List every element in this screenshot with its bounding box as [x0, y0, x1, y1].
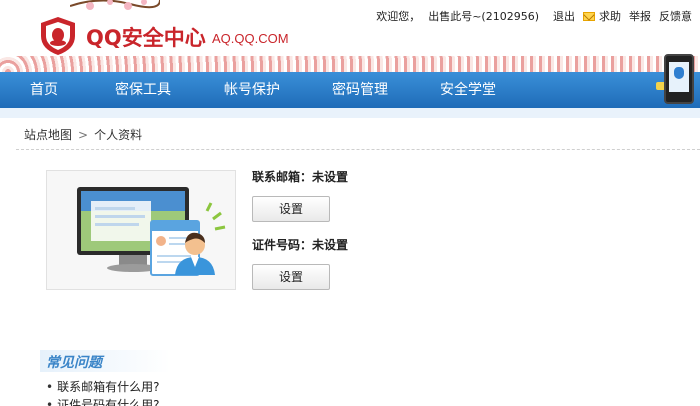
qq-shield-logo-icon[interactable] — [36, 14, 80, 58]
faq-item-id[interactable]: 证件号码有什么用? — [46, 396, 159, 406]
mail-icon[interactable] — [583, 11, 595, 21]
main-nav: 首页 密保工具 帐号保护 密码管理 安全学堂 — [0, 54, 700, 108]
profile-illustration — [46, 170, 236, 290]
help-link[interactable]: 求助 — [599, 8, 621, 24]
faq-list: 联系邮箱有什么用? 证件号码有什么用? — [46, 378, 159, 406]
logo-url[interactable]: AQ.QQ.COM — [212, 31, 289, 46]
email-label: 联系邮箱： — [252, 170, 313, 184]
nav-security-tools[interactable]: 密保工具 — [88, 72, 198, 108]
faq-item-email[interactable]: 联系邮箱有什么用? — [46, 378, 159, 396]
faq-title: 常见问题 — [40, 350, 170, 372]
mobile-phone-icon[interactable] — [664, 54, 694, 104]
logo-title[interactable]: QQ安全中心 — [86, 22, 206, 52]
plum-blossom-decoration — [70, 0, 160, 10]
nav-subband — [0, 108, 700, 118]
header-pattern — [0, 56, 700, 72]
top-user-links: 欢迎您， 出售此号~(2102956) 退出 求助 举报 反馈意 — [376, 8, 700, 24]
id-value: 未设置 — [312, 238, 349, 252]
monitor-id-card-icon — [77, 187, 226, 276]
breadcrumb: 站点地图 > 个人资料 — [16, 126, 700, 150]
id-label: 证件号码： — [252, 238, 313, 252]
welcome-text: 欢迎您， — [376, 10, 421, 23]
account-name: 出售此号~(2102956) — [428, 10, 539, 23]
email-value: 未设置 — [312, 170, 349, 184]
logout-link[interactable]: 退出 — [553, 8, 575, 24]
breadcrumb-current: 个人资料 — [94, 128, 143, 142]
nav-home[interactable]: 首页 — [0, 72, 88, 108]
site-header: QQ安全中心 AQ.QQ.COM 欢迎您， 出售此号~(2102956) 退出 … — [0, 0, 700, 72]
nav-password-management[interactable]: 密码管理 — [306, 72, 414, 108]
nav-security-school[interactable]: 安全学堂 — [414, 72, 522, 108]
faq-heading: 常见问题 — [46, 355, 102, 371]
set-email-button[interactable]: 设置 — [252, 196, 330, 222]
email-field-label: 联系邮箱：未设置 — [252, 168, 348, 185]
breadcrumb-sitemap-link[interactable]: 站点地图 — [24, 128, 72, 142]
feedback-link[interactable]: 反馈意 — [659, 8, 692, 24]
breadcrumb-separator: > — [78, 128, 89, 142]
id-field-label: 证件号码：未设置 — [252, 236, 348, 253]
report-link[interactable]: 举报 — [629, 8, 651, 24]
set-id-button[interactable]: 设置 — [252, 264, 330, 290]
nav-account-protection[interactable]: 帐号保护 — [198, 72, 306, 108]
